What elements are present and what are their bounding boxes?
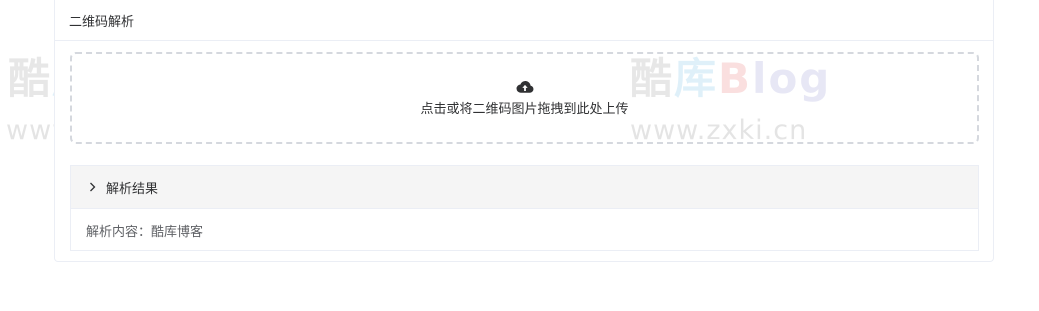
result-collapse-header[interactable]: 解析结果 xyxy=(71,166,978,209)
result-title: 解析结果 xyxy=(106,181,159,197)
qr-decode-card: 二维码解析 点击或将二维码图片拖拽到此处上传 解析结果 解析内容：酷库博客 xyxy=(54,0,994,262)
upload-hint: 点击或将二维码图片拖拽到此处上传 xyxy=(420,101,629,117)
upload-dropzone[interactable]: 点击或将二维码图片拖拽到此处上传 xyxy=(70,52,979,144)
result-collapse: 解析结果 解析内容：酷库博客 xyxy=(70,165,979,251)
result-body: 解析内容：酷库博客 xyxy=(71,209,978,251)
result-content: 解析内容：酷库博客 xyxy=(86,224,204,240)
card-title: 二维码解析 xyxy=(69,14,135,30)
card-header: 二维码解析 xyxy=(55,0,993,41)
cloud-upload-icon xyxy=(516,80,533,93)
chevron-right-icon xyxy=(90,182,96,192)
